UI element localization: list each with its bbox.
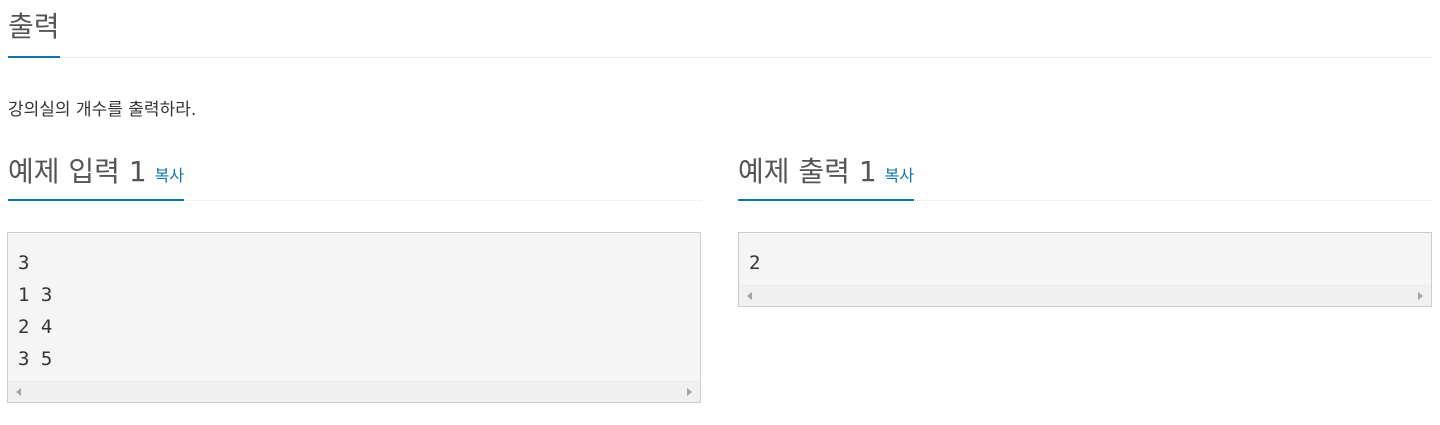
sample-input-copy-button[interactable]: 복사 [155,162,184,186]
sample-input-header: 예제 입력 1 복사 [8,140,702,201]
sample-output-title: 예제 출력 1 [738,155,877,188]
sample-input-text[interactable]: 3 1 3 2 4 3 5 [8,233,700,375]
sample-output-scrollbar[interactable] [739,285,1431,306]
output-title-underline: 출력 [8,5,60,58]
sample-output-header: 예제 출력 1 복사 [738,140,1432,201]
output-section-title: 출력 [8,10,60,43]
sample-input-box[interactable]: 3 1 3 2 4 3 5 [7,232,701,403]
sample-output-text[interactable]: 2 [739,233,1431,279]
scroll-right-arrow-icon[interactable] [687,388,692,396]
sample-output-copy-button[interactable]: 복사 [885,162,914,186]
scroll-left-arrow-icon[interactable] [16,388,21,396]
scroll-left-arrow-icon[interactable] [747,292,752,300]
output-section-header: 출력 [8,0,1432,58]
sample-output-title-underline: 예제 출력 1 복사 [738,150,915,201]
sample-input-scrollbar[interactable] [8,381,700,402]
scroll-right-arrow-icon[interactable] [1418,292,1423,300]
sample-output-box[interactable]: 2 [738,232,1432,307]
sample-input-title: 예제 입력 1 [8,155,147,188]
sample-input-title-underline: 예제 입력 1 복사 [8,150,185,201]
output-description: 강의실의 개수를 출력하라. [8,100,197,120]
problem-page: 출력 강의실의 개수를 출력하라. 예제 입력 1 복사 예제 출력 1 복사 3 … [0,0,1440,425]
